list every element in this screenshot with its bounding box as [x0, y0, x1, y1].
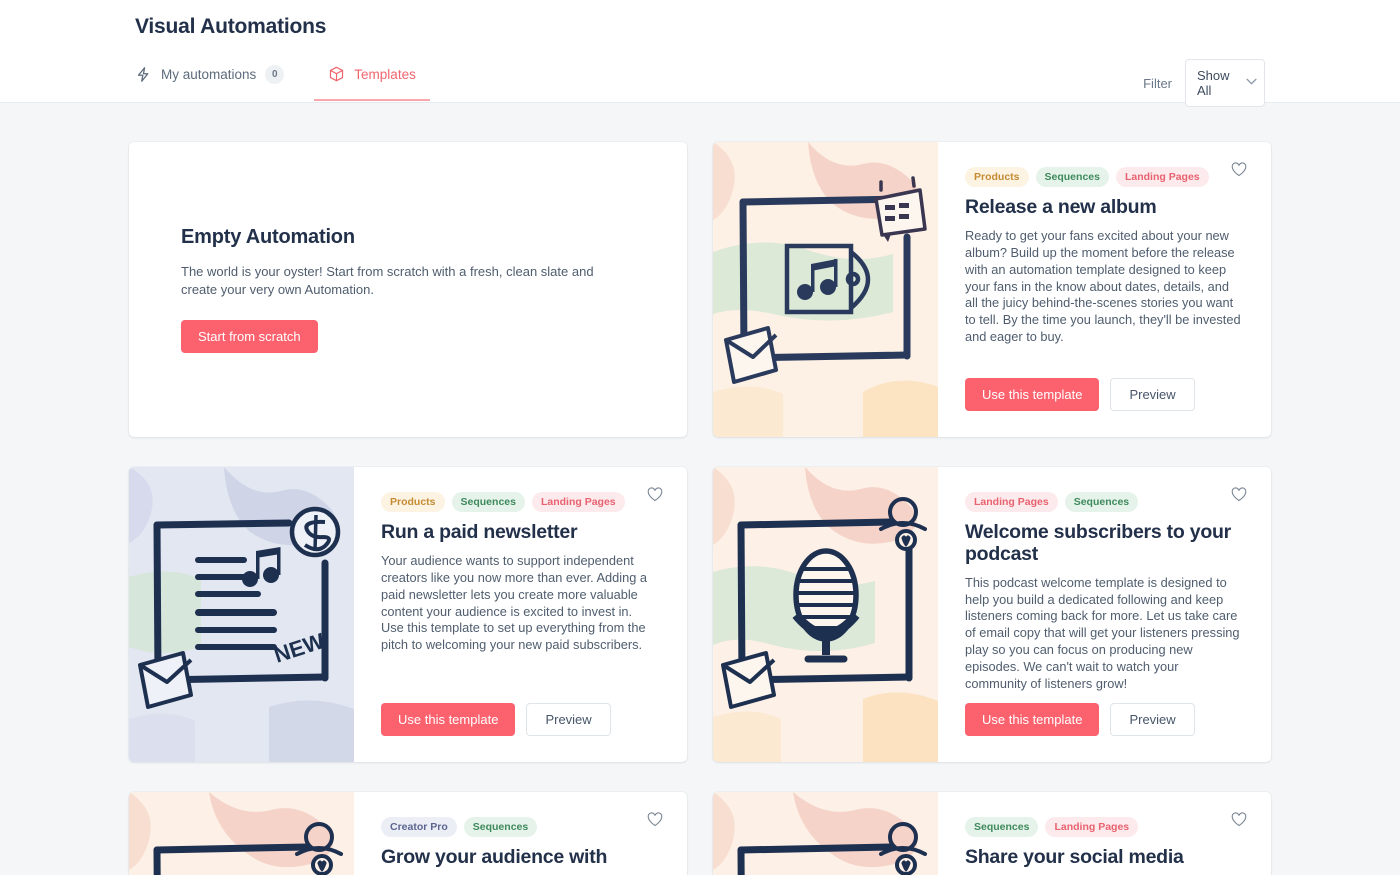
template-thumbnail-grow	[129, 792, 354, 875]
cube-icon	[328, 65, 345, 83]
template-tags: Products Sequences Landing Pages	[381, 492, 658, 512]
template-card: Creator Pro Sequences Grow your audience…	[129, 792, 687, 875]
template-title: Share your social media	[965, 846, 1184, 868]
preview-button[interactable]: Preview	[1110, 378, 1195, 411]
tag-landing-pages[interactable]: Landing Pages	[1115, 167, 1209, 187]
template-card-body: Products Sequences Landing Pages Release…	[938, 142, 1271, 437]
empty-automation-body: Empty Automation The world is your oyste…	[129, 226, 687, 353]
template-thumbnail-album	[713, 142, 938, 437]
use-this-template-button[interactable]: Use this template	[965, 703, 1100, 736]
tag-sequences[interactable]: Sequences	[1035, 167, 1109, 187]
template-thumbnail-podcast	[713, 467, 938, 762]
template-card-body: Landing Pages Sequences Welcome subscrib…	[938, 467, 1271, 762]
tag-sequences[interactable]: Sequences	[1064, 492, 1139, 512]
chevron-down-icon	[1245, 78, 1257, 88]
tab-label: My automations	[161, 67, 257, 82]
template-card: Products Sequences Landing Pages Release…	[713, 142, 1271, 437]
template-tags: Sequences Landing Pages	[965, 817, 1242, 837]
tab-label: Templates	[354, 66, 416, 82]
filter-control: Filter Show All	[1143, 59, 1265, 107]
tag-creator-pro[interactable]: Creator Pro	[381, 817, 457, 837]
template-description: Ready to get your fans excited about you…	[965, 227, 1241, 345]
template-card: NEW Products Sequences Landing Pages Run…	[129, 467, 687, 762]
tag-sequences[interactable]: Sequences	[965, 817, 1039, 837]
template-grid: Empty Automation The world is your oyste…	[0, 103, 1400, 875]
favorite-heart-icon[interactable]	[647, 812, 663, 827]
template-title: Grow your audience with	[381, 846, 608, 868]
template-title: Run a paid newsletter	[381, 521, 578, 543]
tag-landing-pages[interactable]: Landing Pages	[965, 492, 1058, 512]
page-title: Visual Automations	[135, 15, 327, 38]
template-card-body: Sequences Landing Pages Share your socia…	[938, 792, 1271, 875]
page-header: Visual Automations My automations 0 Temp…	[0, 0, 1400, 107]
lightning-icon	[135, 66, 152, 83]
filter-selected-value: Show All	[1197, 68, 1230, 98]
tag-products[interactable]: Products	[965, 167, 1029, 187]
tag-sequences[interactable]: Sequences	[463, 817, 538, 837]
start-from-scratch-button[interactable]: Start from scratch	[181, 319, 318, 353]
template-tags: Creator Pro Sequences	[381, 817, 658, 837]
tag-sequences[interactable]: Sequences	[451, 492, 525, 512]
empty-automation-description: The world is your oyster! Start from scr…	[181, 264, 594, 297]
use-this-template-button[interactable]: Use this template	[381, 703, 516, 736]
template-actions: Use this template Preview	[965, 703, 1242, 762]
template-card: Landing Pages Sequences Welcome subscrib…	[713, 467, 1271, 762]
template-tags: Products Sequences Landing Pages	[965, 167, 1242, 187]
favorite-heart-icon[interactable]	[1231, 162, 1247, 177]
tab-templates[interactable]: Templates	[306, 59, 438, 101]
favorite-heart-icon[interactable]	[647, 487, 663, 502]
template-description: This podcast welcome template is designe…	[965, 574, 1240, 691]
tab-my-automations[interactable]: My automations 0	[135, 59, 306, 102]
template-card-body: Products Sequences Landing Pages Run a p…	[354, 467, 687, 762]
filter-label: Filter	[1143, 75, 1172, 91]
template-description: Your audience wants to support independe…	[381, 552, 648, 653]
template-tags: Landing Pages Sequences	[965, 492, 1242, 512]
template-title: Release a new album	[965, 196, 1157, 218]
favorite-heart-icon[interactable]	[1231, 812, 1247, 827]
preview-button[interactable]: Preview	[1110, 703, 1195, 736]
tag-landing-pages[interactable]: Landing Pages	[1045, 817, 1139, 837]
use-this-template-button[interactable]: Use this template	[965, 378, 1100, 411]
template-thumbnail-newsletter: NEW	[129, 467, 354, 762]
template-title: Welcome subscribers to your podcast	[965, 521, 1231, 565]
template-actions: Use this template Preview	[965, 378, 1242, 437]
empty-automation-card: Empty Automation The world is your oyste…	[129, 142, 687, 437]
template-actions: Use this template Preview	[381, 703, 658, 762]
empty-automation-title: Empty Automation	[181, 226, 355, 249]
automations-count-badge: 0	[265, 65, 285, 84]
template-card-body: Creator Pro Sequences Grow your audience…	[354, 792, 687, 875]
favorite-heart-icon[interactable]	[1231, 487, 1247, 502]
tab-bar: My automations 0 Templates	[135, 59, 438, 102]
template-card: Sequences Landing Pages Share your socia…	[713, 792, 1271, 875]
preview-button[interactable]: Preview	[526, 703, 611, 736]
template-thumbnail-social	[713, 792, 938, 875]
filter-select[interactable]: Show All	[1185, 59, 1265, 107]
tag-products[interactable]: Products	[381, 492, 445, 512]
tag-landing-pages[interactable]: Landing Pages	[531, 492, 625, 512]
